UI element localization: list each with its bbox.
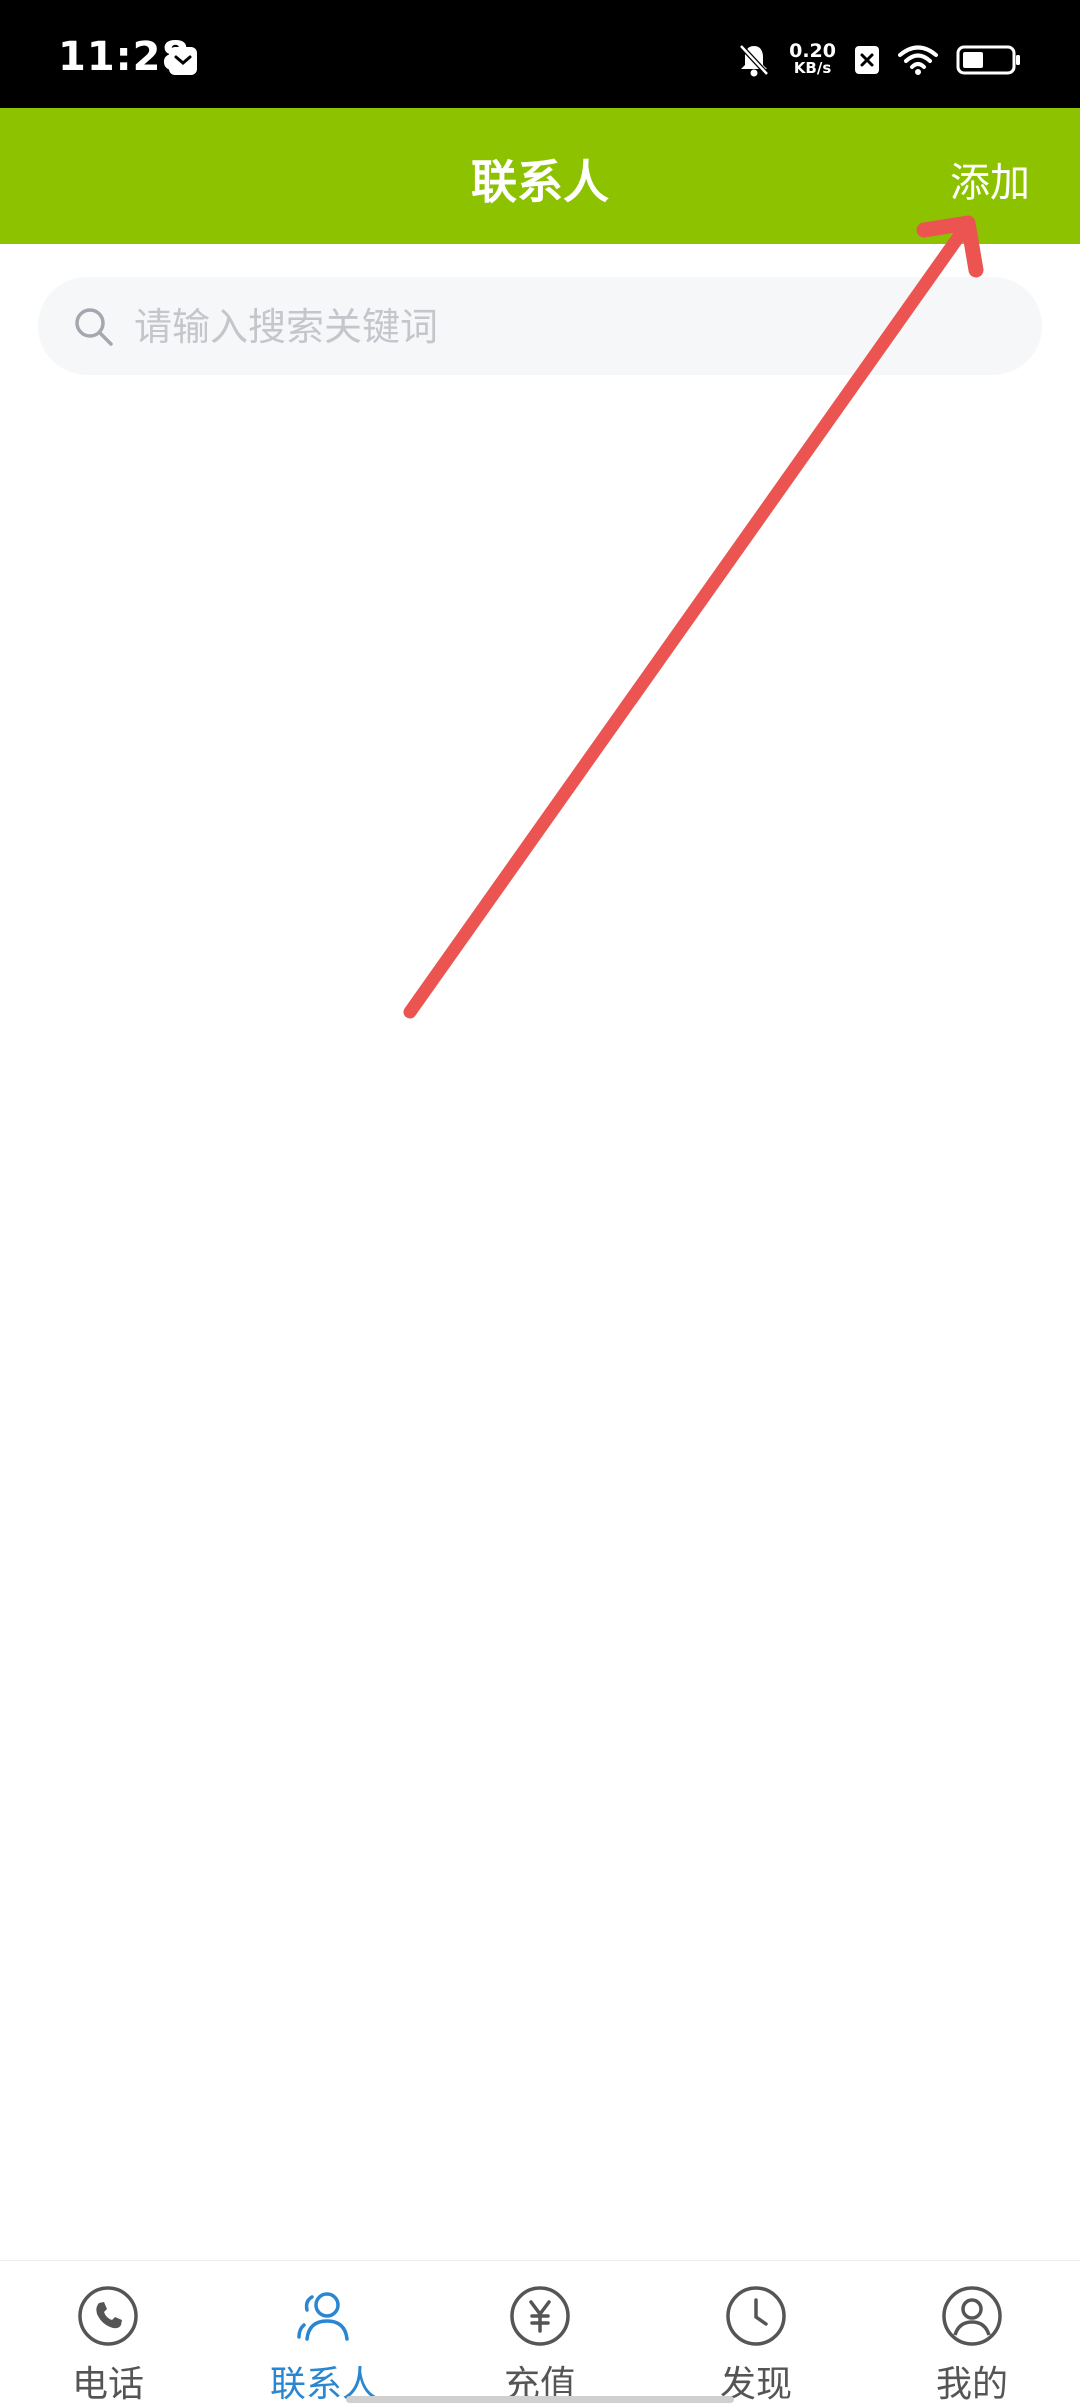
sim-off-icon xyxy=(855,46,879,74)
tab-label-phone: 电话 xyxy=(71,2364,144,2405)
network-speed: 0.20 KB/s xyxy=(789,40,836,77)
profile-icon xyxy=(942,2286,1002,2346)
contacts-screen: 11:28 0.20 KB/s 联系人 添加 请输入搜索关键词 电话 联系人 充… xyxy=(0,0,1080,2408)
wifi-icon xyxy=(898,45,938,75)
contacts-icon xyxy=(297,2292,349,2341)
tab-label-mine: 我的 xyxy=(935,2364,1008,2405)
yuan-icon xyxy=(510,2286,570,2346)
bell-muted-icon xyxy=(739,44,769,77)
search-input[interactable] xyxy=(132,277,1016,377)
add-contact-button[interactable]: 添加 xyxy=(950,150,1030,208)
search-icon xyxy=(75,308,113,346)
tab-mine[interactable]: 我的 xyxy=(864,2261,1080,2408)
network-speed-value: 0.20 xyxy=(789,40,836,62)
status-bar: 11:28 0.20 KB/s xyxy=(0,0,1080,108)
tab-phone[interactable]: 电话 xyxy=(0,2261,216,2408)
battery-icon xyxy=(956,45,1020,75)
phone-icon xyxy=(78,2286,138,2346)
app-header: 联系人 添加 xyxy=(0,108,1080,244)
message-icon xyxy=(169,47,197,75)
bottom-tab-bar: 电话 联系人 充值 发现 我的 xyxy=(0,2260,1080,2408)
tab-recharge[interactable]: 充值 xyxy=(432,2261,648,2408)
network-speed-unit: KB/s xyxy=(793,59,832,77)
clock-icon xyxy=(726,2286,786,2346)
tab-contacts[interactable]: 联系人 xyxy=(216,2261,432,2408)
search-bar[interactable] xyxy=(38,277,1042,377)
page-title: 联系人 xyxy=(471,155,609,209)
tab-discover[interactable]: 发现 xyxy=(648,2261,864,2408)
status-icons: 0.20 KB/s xyxy=(737,40,1022,80)
home-indicator[interactable] xyxy=(346,2396,734,2403)
